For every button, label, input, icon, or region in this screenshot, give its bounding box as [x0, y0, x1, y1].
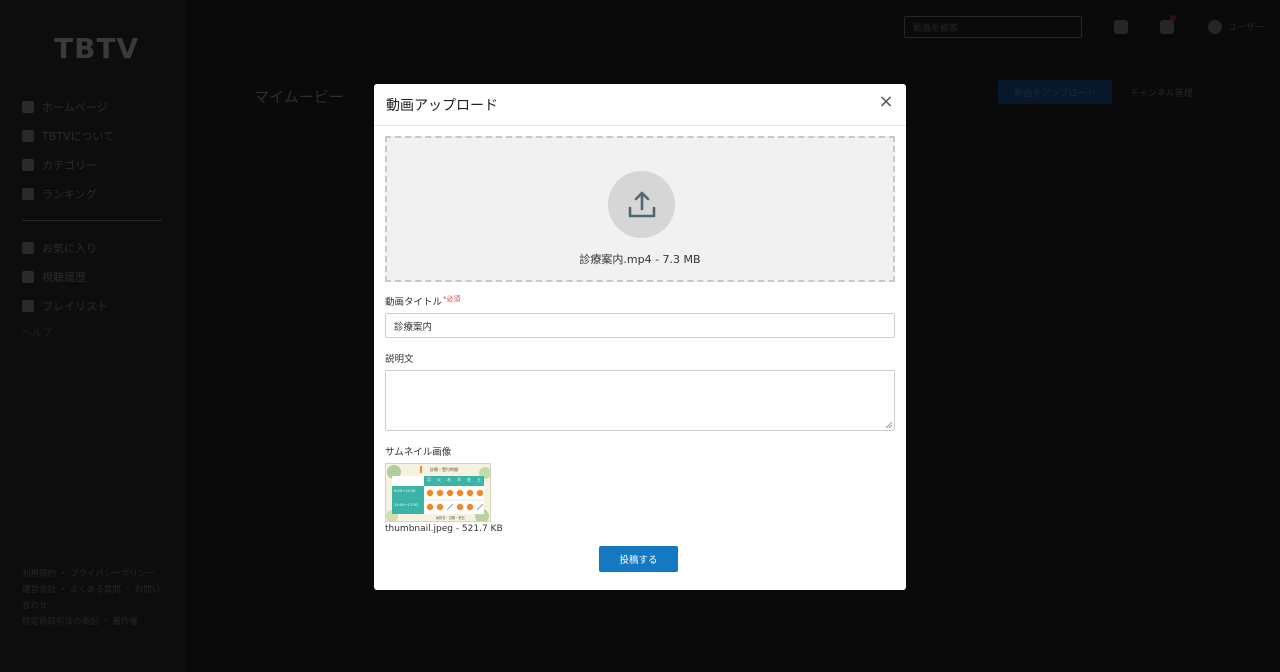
- close-icon[interactable]: ×: [878, 93, 894, 111]
- thumbnail-days: 月 火 水 木 金 土: [424, 477, 484, 483]
- upload-icon: [608, 171, 675, 238]
- video-title-label-text: 動画タイトル: [385, 297, 443, 309]
- submit-button[interactable]: 投稿する: [599, 546, 678, 572]
- thumbnail-preview[interactable]: 診療・受付時間 9:00〜12:30 14:00〜17:30 休診日：日曜・祝日…: [385, 463, 491, 522]
- video-title-label: 動画タイトル*必須: [385, 294, 461, 308]
- video-title-input[interactable]: [385, 313, 895, 338]
- thumbnail-day: 金: [467, 477, 471, 482]
- upload-modal: 動画アップロード × 診療案内.mp4 - 7.3 MB 動画タイトル*必須 説…: [374, 84, 906, 590]
- selected-video-file: 診療案内.mp4 - 7.3 MB: [579, 253, 701, 266]
- thumbnail-heading: 診療・受付時間: [430, 467, 458, 472]
- thumbnail-day: 火: [437, 477, 441, 482]
- required-mark: *必須: [443, 295, 461, 303]
- thumbnail-day: 木: [457, 477, 461, 482]
- resize-handle-icon[interactable]: [884, 420, 893, 429]
- modal-title: 動画アップロード: [386, 97, 498, 114]
- thumbnail-day: 水: [447, 477, 451, 482]
- thumbnail-day: 月: [427, 477, 431, 482]
- thumbnail-note: 休診日：日曜・祝日: [436, 516, 465, 520]
- modal-header: 動画アップロード ×: [374, 84, 906, 126]
- thumbnail-row-afternoon: 14:00〜17:30: [394, 503, 418, 507]
- thumbnail-day: 土: [477, 477, 481, 482]
- thumbnail-label: サムネイル画像: [385, 447, 452, 458]
- thumbnail-row-morning: 9:00〜12:30: [394, 489, 416, 493]
- description-label: 説明文: [385, 354, 414, 365]
- video-dropzone[interactable]: 診療案内.mp4 - 7.3 MB: [385, 136, 895, 282]
- description-textarea[interactable]: [385, 370, 895, 431]
- thumbnail-file-info: thumbnail.jpeg - 521.7 KB: [385, 524, 503, 534]
